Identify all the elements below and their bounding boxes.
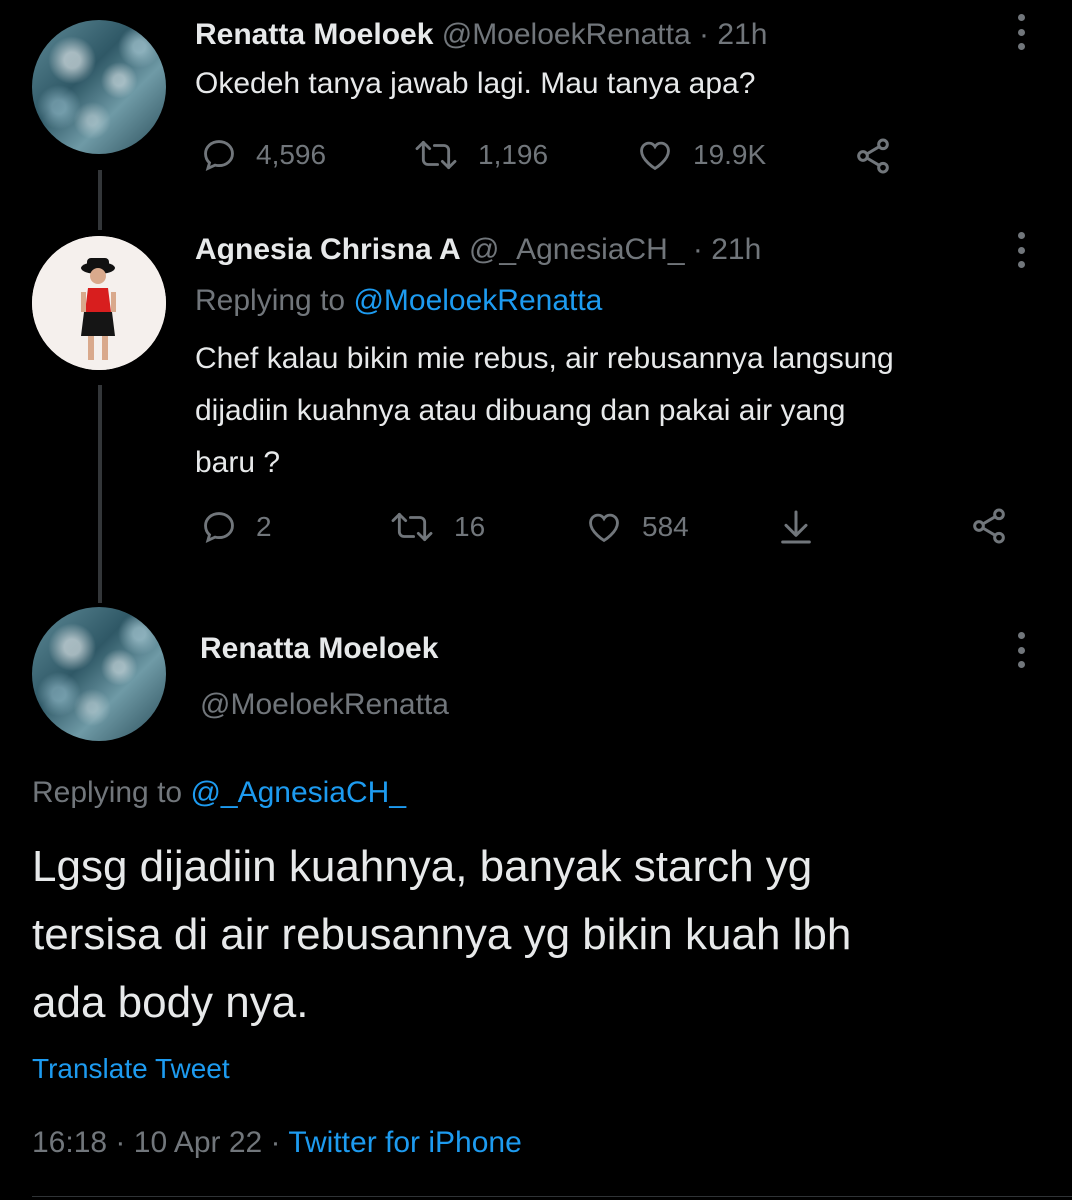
tweet-date[interactable]: 10 Apr 22: [134, 1126, 262, 1159]
share-button[interactable]: [852, 136, 894, 176]
tweet-header: Agnesia Chrisna A @_AgnesiaCH_ · 21h: [195, 233, 761, 267]
share-icon: [857, 138, 889, 174]
tweet-text: Chef kalau bikin mie rebus, air rebusann…: [195, 333, 894, 489]
retweet-icon: [415, 140, 457, 170]
separator: ·: [699, 18, 709, 51]
reply-icon: [204, 140, 234, 172]
author-name[interactable]: Agnesia Chrisna A: [195, 233, 461, 266]
tweet-text: Lgsg dijadiin kuahnya, banyak starch yg …: [32, 833, 851, 1037]
reply-button[interactable]: 2: [200, 508, 272, 546]
more-icon[interactable]: [1017, 14, 1025, 50]
like-icon: [589, 513, 619, 543]
more-icon[interactable]: [1017, 232, 1025, 268]
retweet-button[interactable]: 1,196: [412, 136, 548, 174]
download-icon: [781, 510, 811, 544]
replying-to: Replying to @_AgnesiaCH_: [32, 776, 406, 810]
retweet-icon: [391, 512, 433, 542]
tweet-text-line: tersisa di air rebusannya yg bikin kuah …: [32, 910, 852, 959]
retweet-button[interactable]: 16: [388, 508, 485, 546]
separator: ·: [270, 1126, 281, 1159]
tweet-text-line: baru ?: [195, 446, 281, 479]
retweet-count: 16: [454, 511, 486, 542]
reply-count: 2: [256, 511, 272, 542]
author-handle[interactable]: @_AgnesiaCH_: [469, 233, 685, 266]
author-handle-row: @MoeloekRenatta: [200, 688, 449, 722]
separator: ·: [115, 1126, 126, 1159]
share-button[interactable]: [968, 506, 1010, 546]
author-name-row: Renatta Moeloek: [200, 632, 438, 666]
tweet-time[interactable]: 21h: [717, 18, 767, 51]
like-count: 584: [642, 511, 689, 542]
author-name[interactable]: Renatta Moeloek: [200, 632, 438, 665]
tweet-source[interactable]: Twitter for iPhone: [288, 1126, 521, 1159]
like-count: 19.9K: [693, 139, 767, 170]
reply-button[interactable]: 4,596: [200, 136, 326, 174]
tweet-timestamp: 16:18 · 10 Apr 22 · Twitter for iPhone: [32, 1126, 522, 1160]
tweet-text-line: Lgsg dijadiin kuahnya, banyak starch yg: [32, 842, 813, 891]
author-name[interactable]: Renatta Moeloek: [195, 18, 433, 51]
more-icon[interactable]: [1017, 632, 1025, 668]
replying-handle[interactable]: @MoeloekRenatta: [353, 284, 602, 317]
avatar[interactable]: [32, 607, 166, 741]
replying-handle[interactable]: @_AgnesiaCH_: [190, 776, 406, 809]
thread-line: [98, 170, 102, 230]
reply-icon: [204, 512, 234, 544]
reply-count: 4,596: [256, 139, 327, 170]
like-icon: [640, 141, 670, 171]
author-handle[interactable]: @MoeloekRenatta: [200, 688, 449, 721]
tweet-time[interactable]: 21h: [711, 233, 761, 266]
author-handle[interactable]: @MoeloekRenatta: [442, 18, 691, 51]
like-button[interactable]: 584: [584, 508, 689, 546]
tweet-text-line: Chef kalau bikin mie rebus, air rebusann…: [195, 342, 894, 375]
person-photo: [32, 236, 166, 370]
separator: ·: [692, 233, 703, 266]
avatar[interactable]: [32, 20, 166, 154]
replying-prefix: Replying to: [32, 776, 183, 809]
retweet-count: 1,196: [478, 139, 549, 170]
translate-tweet: Translate Tweet: [32, 1053, 230, 1085]
download-button[interactable]: [776, 506, 816, 548]
share-icon: [973, 508, 1005, 544]
tweet-time[interactable]: 16:18: [32, 1126, 107, 1159]
replying-prefix: Replying to: [195, 284, 346, 317]
tweet-header: Renatta Moeloek @MoeloekRenatta · 21h: [195, 18, 767, 52]
tweet-text: Okedeh tanya jawab lagi. Mau tanya apa?: [195, 67, 756, 100]
thread-line: [98, 385, 102, 603]
translate-link[interactable]: Translate Tweet: [32, 1053, 230, 1084]
like-button[interactable]: 19.9K: [635, 136, 766, 174]
avatar[interactable]: [32, 236, 166, 370]
tweet-text-line: dijadiin kuahnya atau dibuang dan pakai …: [195, 394, 846, 427]
divider: [32, 1196, 1072, 1197]
replying-to: Replying to @MoeloekRenatta: [195, 284, 602, 318]
tweet-text-line: ada body nya.: [32, 978, 309, 1027]
